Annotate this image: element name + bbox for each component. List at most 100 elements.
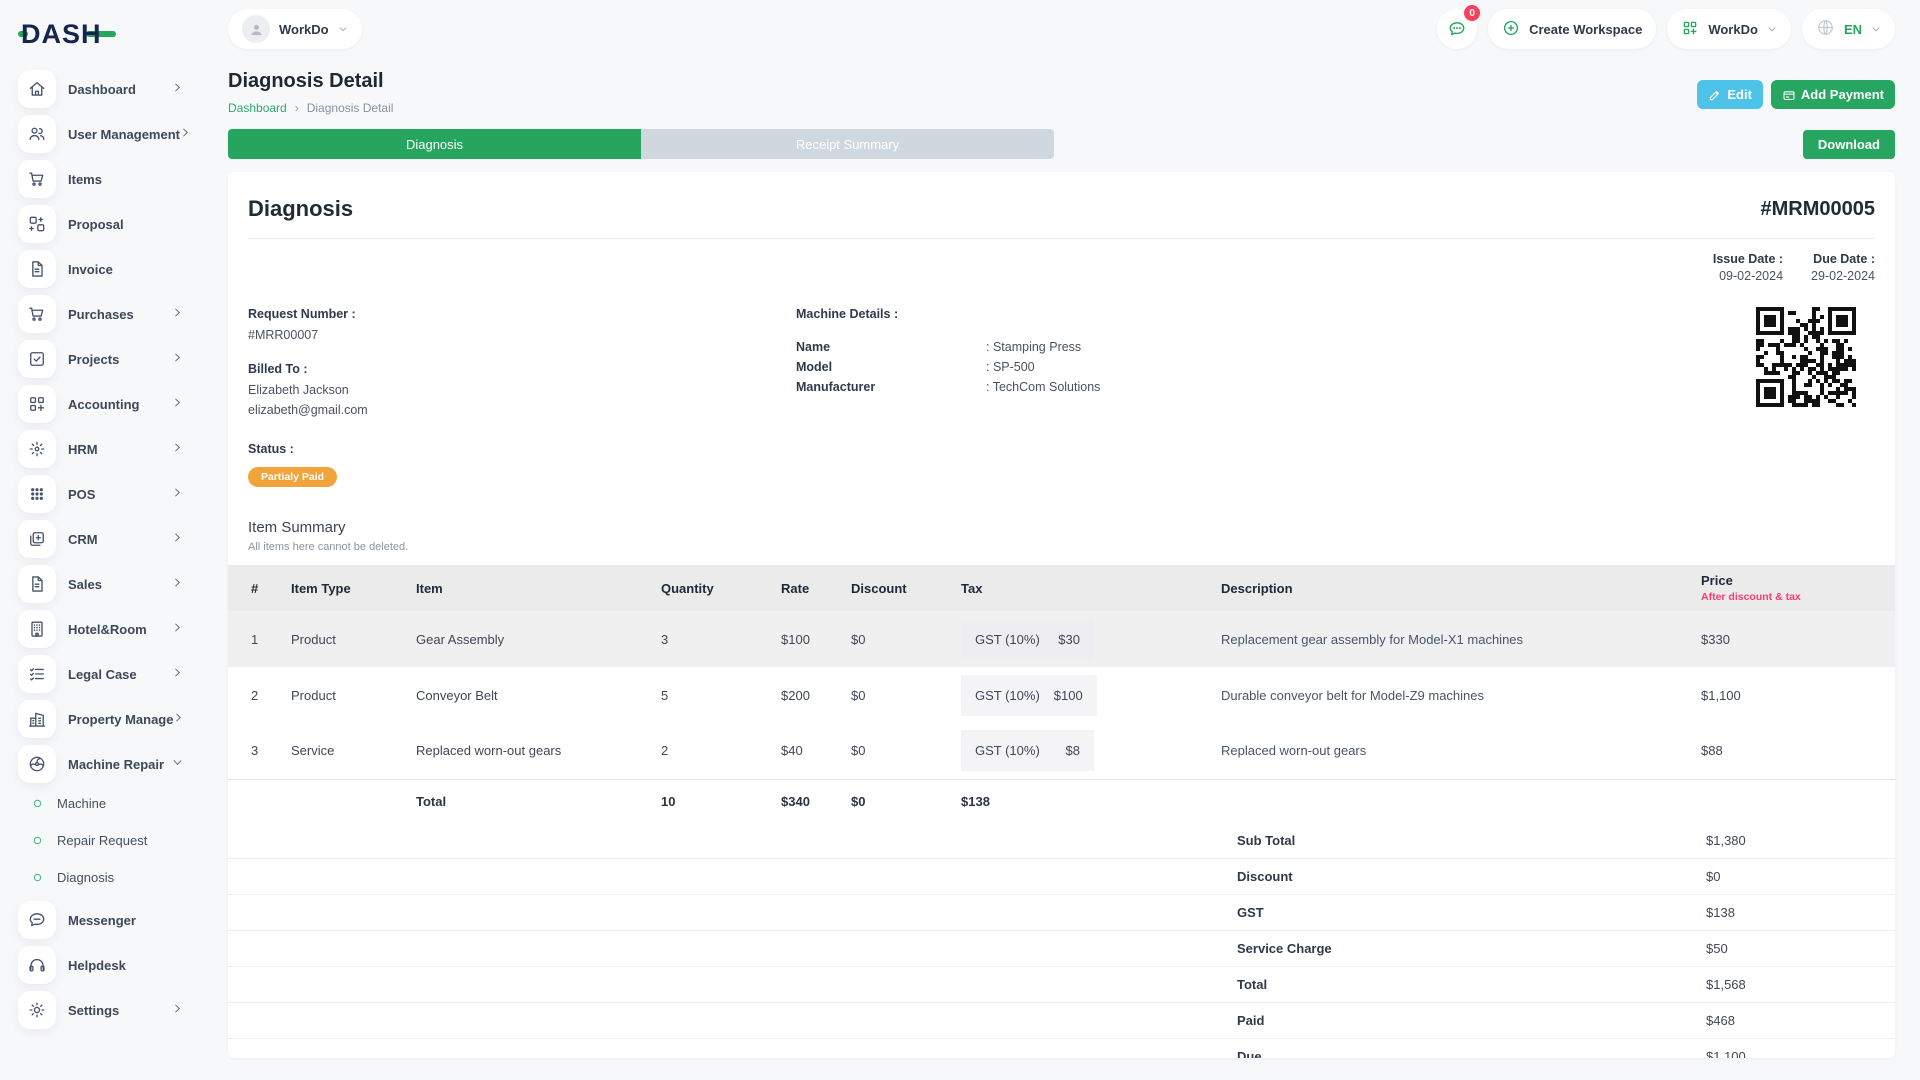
sidebar-item[interactable]: HRM <box>18 430 215 468</box>
sidebar-item-label: Helpdesk <box>68 958 126 973</box>
page-header: Diagnosis Detail Dashboard › Diagnosis D… <box>228 70 1895 115</box>
issue-date-label: Issue Date : <box>1713 252 1783 266</box>
edit-button[interactable]: Edit <box>1697 80 1763 109</box>
summary-row: Total $1,568 <box>228 967 1895 1003</box>
chevron-right-icon <box>172 620 183 638</box>
sidebar-item[interactable]: Accounting <box>18 385 215 423</box>
sidebar-item[interactable]: Repair Request <box>18 827 215 853</box>
sidebar-item[interactable]: Legal Case <box>18 655 215 693</box>
chevron-down-icon <box>1767 22 1777 37</box>
sidebar-item[interactable]: Dashboard <box>18 70 215 108</box>
sidebar-item[interactable]: Proposal <box>18 205 215 243</box>
sidebar-item-label: Legal Case <box>68 667 137 682</box>
messages-button[interactable]: 0 <box>1437 9 1477 49</box>
logo-text: DASH <box>21 19 102 50</box>
chevron-down-icon <box>338 22 348 37</box>
chevron-right-icon <box>172 485 183 503</box>
gear-icon <box>18 991 56 1029</box>
sidebar-item[interactable]: Invoice <box>18 250 215 288</box>
sidebar-item[interactable]: Machine <box>18 790 215 816</box>
messages-badge: 0 <box>1464 5 1480 21</box>
due-date-value: 29-02-2024 <box>1811 269 1875 283</box>
sidebar-item[interactable]: Messenger <box>18 901 215 939</box>
tax-name: GST (10%) <box>975 688 1040 703</box>
tab-diagnosis[interactable]: Diagnosis <box>228 129 641 159</box>
app-logo[interactable]: DASH <box>18 12 215 56</box>
pencil-icon <box>1708 88 1722 102</box>
user-workspace-pill[interactable]: WorkDo <box>228 9 362 49</box>
summary-row: Sub Total $1,380 <box>228 823 1895 859</box>
total-quantity: 10 <box>653 779 773 823</box>
summary-value: $50 <box>1706 941 1895 956</box>
item-summary-note: All items here cannot be deleted. <box>248 541 1875 553</box>
cell-tax: GST (10%) $8 <box>953 723 1213 779</box>
sidebar-item-label: Projects <box>68 352 119 367</box>
tab-receipt-summary[interactable]: Receipt Summary <box>641 129 1054 159</box>
due-date-label: Due Date : <box>1811 252 1875 266</box>
summary-value: $1,380 <box>1706 833 1895 848</box>
sidebar-item[interactable]: Purchases <box>18 295 215 333</box>
col-item-type: Item Type <box>283 565 408 611</box>
machine-detail-label: Name <box>796 340 986 354</box>
users-icon <box>18 115 56 153</box>
sidebar-item-label: Purchases <box>68 307 134 322</box>
sidebar-item[interactable]: Property Manage <box>18 700 215 738</box>
sidebar-item[interactable]: Projects <box>18 340 215 378</box>
chevron-right-icon <box>172 665 183 683</box>
machine-detail-row: Model : SP-500 <box>796 360 1416 374</box>
cell-description: Durable conveyor belt for Model-Z9 machi… <box>1213 667 1693 723</box>
download-button[interactable]: Download <box>1803 130 1895 159</box>
buildings-icon <box>18 700 56 738</box>
tax-chip: GST (10%) $30 <box>961 619 1094 660</box>
invoice-number: #MRM00005 <box>1760 198 1875 221</box>
qr-code <box>1756 307 1856 407</box>
create-workspace-button[interactable]: Create Workspace <box>1488 9 1656 49</box>
check-square-icon <box>18 340 56 378</box>
cell-number: 1 <box>228 611 283 667</box>
sidebar-item[interactable]: POS <box>18 475 215 513</box>
table-row: 1 Product Gear Assembly 3 $100 $0 GST (1… <box>228 611 1895 667</box>
col-item: Item <box>408 565 653 611</box>
cell-quantity: 2 <box>653 723 773 779</box>
sidebar-item[interactable]: Settings <box>18 991 215 1029</box>
sidebar-item[interactable]: Diagnosis <box>18 864 215 890</box>
sidebar-item[interactable]: Helpdesk <box>18 946 215 984</box>
language-label: EN <box>1844 22 1862 37</box>
workspace-menu[interactable]: WorkDo <box>1667 9 1791 49</box>
sidebar-item-label: Accounting <box>68 397 140 412</box>
summary-value: $1,100 <box>1706 1049 1895 1058</box>
summary-row: Paid $468 <box>228 1003 1895 1039</box>
avatar <box>242 15 270 43</box>
tax-name: GST (10%) <box>975 743 1040 758</box>
issue-date-value: 09-02-2024 <box>1713 269 1783 283</box>
machine-detail-label: Manufacturer <box>796 380 986 394</box>
file-icon <box>18 565 56 603</box>
sidebar-item[interactable]: Sales <box>18 565 215 603</box>
table-header-row: # Item Type Item Quantity Rate Discount … <box>228 565 1895 611</box>
sidebar-item[interactable]: Hotel&Room <box>18 610 215 648</box>
chevron-right-icon <box>172 1001 183 1019</box>
summary-label: Due <box>1237 1049 1262 1058</box>
language-selector[interactable]: EN <box>1802 9 1895 49</box>
sidebar-item[interactable]: User Management <box>18 115 215 153</box>
summary-label: Total <box>1237 977 1267 992</box>
cell-item-type: Service <box>283 723 408 779</box>
col-discount: Discount <box>843 565 953 611</box>
breadcrumb-home-link[interactable]: Dashboard <box>228 101 287 115</box>
total-label: Total <box>408 779 653 823</box>
col-description: Description <box>1213 565 1693 611</box>
swap-boxes-icon <box>18 205 56 243</box>
sidebar-item[interactable]: CRM <box>18 520 215 558</box>
col-rate: Rate <box>773 565 843 611</box>
col-tax: Tax <box>953 565 1213 611</box>
machine-detail-row: Manufacturer : TechCom Solutions <box>796 380 1416 394</box>
add-payment-button[interactable]: Add Payment <box>1771 80 1895 109</box>
cell-description: Replacement gear assembly for Model-X1 m… <box>1213 611 1693 667</box>
cell-number: 3 <box>228 723 283 779</box>
sidebar-item[interactable]: Items <box>18 160 215 198</box>
sidebar-item[interactable]: Machine Repair <box>18 745 215 783</box>
target-icon <box>18 430 56 468</box>
user-workspace-label: WorkDo <box>279 22 329 37</box>
sidebar-item-label: Proposal <box>68 217 124 232</box>
chevron-right-icon <box>172 80 183 98</box>
